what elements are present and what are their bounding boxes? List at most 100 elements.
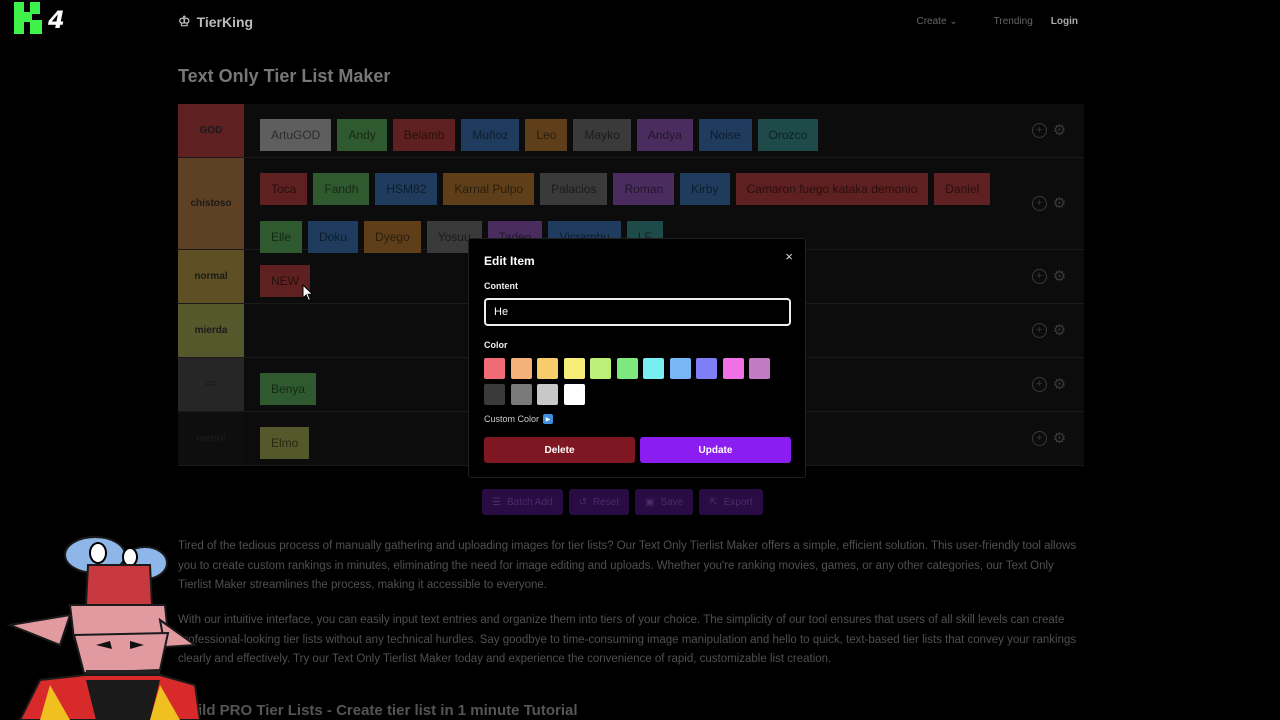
color-swatch[interactable] bbox=[510, 384, 532, 405]
description-paragraph-2: With our intuitive interface, you can ea… bbox=[178, 614, 1077, 665]
add-item-icon[interactable]: + bbox=[1031, 123, 1047, 138]
tier-item[interactable]: Elmo bbox=[260, 427, 310, 459]
tier-item[interactable]: Fandh bbox=[313, 173, 370, 205]
add-item-icon[interactable]: + bbox=[1031, 196, 1047, 211]
color-swatch[interactable] bbox=[484, 384, 505, 405]
save-icon: ▣ bbox=[645, 496, 655, 508]
color-swatch[interactable] bbox=[484, 358, 505, 379]
tier-item[interactable]: Toca bbox=[260, 173, 308, 205]
tier-item[interactable]: Kirby bbox=[680, 173, 730, 205]
gear-icon[interactable]: ⚙ bbox=[1053, 323, 1066, 338]
reset-icon: ↺ bbox=[578, 496, 587, 508]
gear-icon[interactable]: ⚙ bbox=[1053, 269, 1066, 284]
tier-item[interactable]: HSM82 bbox=[375, 173, 438, 205]
tier-item[interactable]: Camaron fuego kataka demonio bbox=[735, 173, 929, 205]
tier-item[interactable]: Andya bbox=[636, 119, 693, 151]
tier-item[interactable]: ArtuGOD bbox=[260, 119, 332, 151]
gear-icon[interactable]: ⚙ bbox=[1053, 377, 1066, 392]
tier-item[interactable]: Palacios bbox=[540, 173, 608, 205]
add-item-icon[interactable]: + bbox=[1031, 377, 1047, 392]
custom-color-label: Custom Color bbox=[484, 414, 540, 424]
nav-create-dropdown[interactable]: Create ⌄ bbox=[916, 16, 957, 27]
tier-label[interactable]: menni bbox=[178, 412, 244, 465]
tier-tools: + ⚙ bbox=[1014, 412, 1084, 465]
export-icon: ⇱ bbox=[709, 496, 718, 508]
save-button[interactable]: ▣ Save bbox=[635, 489, 694, 515]
tier-item[interactable]: Mayko bbox=[573, 119, 631, 151]
update-button[interactable]: Update bbox=[640, 437, 791, 463]
tier-item[interactable]: Leo bbox=[525, 119, 568, 151]
export-button[interactable]: ⇱ Export bbox=[699, 489, 763, 515]
tutorial-heading: Build PRO Tier Lists - Create tier list … bbox=[178, 702, 578, 719]
tier-item[interactable]: Orozco bbox=[757, 119, 819, 151]
tier-label[interactable]: normal bbox=[178, 250, 244, 303]
nav-trending[interactable]: Trending bbox=[994, 16, 1033, 27]
color-swatches bbox=[484, 358, 784, 405]
gear-icon[interactable]: ⚙ bbox=[1053, 431, 1066, 446]
tier-label[interactable]: mierda bbox=[178, 304, 244, 357]
channel-logo: 4 bbox=[14, 2, 65, 34]
tier-item[interactable]: Benya bbox=[260, 373, 317, 405]
tier-item[interactable]: Roman bbox=[613, 173, 675, 205]
modal-title: Edit Item bbox=[484, 254, 535, 268]
color-swatch[interactable] bbox=[669, 358, 691, 379]
delete-button[interactable]: Delete bbox=[484, 437, 635, 463]
tier-item[interactable]: Daniel bbox=[934, 173, 991, 205]
tier-label[interactable]: GOD bbox=[178, 104, 244, 157]
color-label: Color bbox=[484, 340, 508, 350]
color-swatch[interactable] bbox=[722, 358, 744, 379]
list-icon: ☰ bbox=[492, 496, 501, 508]
tier-item[interactable]: Karnal Pulpo bbox=[443, 173, 535, 205]
content-input[interactable] bbox=[484, 298, 791, 326]
mouse-cursor-icon bbox=[302, 284, 314, 302]
k-letter-icon bbox=[14, 2, 46, 34]
color-swatch[interactable] bbox=[537, 384, 558, 405]
tier-item[interactable]: Elle bbox=[260, 221, 303, 253]
save-label: Save bbox=[660, 496, 684, 508]
brand-logo[interactable]: ♔ TierKing bbox=[178, 13, 253, 30]
tier-tools: + ⚙ bbox=[1014, 304, 1084, 357]
logo-number: 4 bbox=[48, 6, 65, 34]
close-icon[interactable]: × bbox=[785, 249, 793, 264]
description-paragraph-1: Tired of the tedious process of manually… bbox=[178, 540, 1077, 591]
color-swatch[interactable] bbox=[696, 358, 717, 379]
content-label: Content bbox=[484, 281, 518, 291]
batch-add-label: Batch Add bbox=[506, 496, 553, 508]
add-item-icon[interactable]: + bbox=[1031, 269, 1047, 284]
action-bar: ☰ Batch Add ↺ Reset ▣ Save ⇱ Export bbox=[482, 489, 763, 515]
color-swatch[interactable] bbox=[563, 384, 585, 405]
nav-links: Create ⌄ Trending Login bbox=[916, 16, 1078, 27]
export-label: Export bbox=[723, 496, 753, 508]
color-swatch[interactable] bbox=[590, 358, 611, 379]
tier-label[interactable]: == bbox=[178, 358, 244, 411]
batch-add-button[interactable]: ☰ Batch Add bbox=[482, 489, 563, 515]
gear-icon[interactable]: ⚙ bbox=[1053, 196, 1066, 211]
reset-label: Reset bbox=[592, 496, 620, 508]
reset-button[interactable]: ↺ Reset bbox=[568, 489, 630, 515]
gear-icon[interactable]: ⚙ bbox=[1053, 123, 1066, 138]
tier-item[interactable]: Muñoz bbox=[461, 119, 520, 151]
tier-items: Toca Fandh HSM82 Karnal Pulpo Palacios Roman K… bbox=[244, 158, 1014, 253]
color-swatch[interactable] bbox=[643, 358, 664, 379]
add-item-icon[interactable]: + bbox=[1031, 323, 1047, 338]
tier-label[interactable]: chistoso bbox=[178, 158, 244, 249]
color-swatch[interactable] bbox=[563, 358, 585, 379]
tier-item[interactable]: Belamb bbox=[392, 119, 456, 151]
tier-item[interactable]: Noise bbox=[698, 119, 752, 151]
edit-item-modal: Edit Item × Content Color Custom Color ▶… bbox=[468, 238, 806, 478]
chevron-down-icon: ⌄ bbox=[949, 16, 958, 27]
nav-login[interactable]: Login bbox=[1051, 16, 1078, 27]
nav-create-label: Create bbox=[916, 16, 947, 27]
tier-item[interactable]: Doku bbox=[308, 221, 359, 253]
page-title: Text Only Tier List Maker bbox=[178, 66, 391, 86]
tier-item[interactable]: Andy bbox=[337, 119, 387, 151]
tier-item[interactable]: Dyego bbox=[364, 221, 421, 253]
color-swatch[interactable] bbox=[749, 358, 770, 379]
custom-color-toggle[interactable]: Custom Color ▶ bbox=[484, 414, 554, 424]
brand-name: TierKing bbox=[196, 13, 254, 30]
add-item-icon[interactable]: + bbox=[1031, 431, 1047, 446]
color-swatch[interactable] bbox=[616, 358, 638, 379]
tier-row: chistoso Toca Fandh HSM82 Karnal Pulpo Palaci… bbox=[178, 158, 1084, 253]
color-swatch[interactable] bbox=[510, 358, 532, 379]
color-swatch[interactable] bbox=[537, 358, 558, 379]
